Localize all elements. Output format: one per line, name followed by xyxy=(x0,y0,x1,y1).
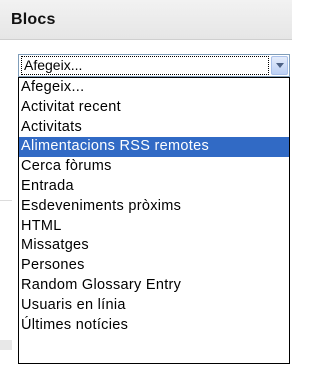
block-header: Blocs xyxy=(0,0,292,40)
option-activitat-recent[interactable]: Activitat recent xyxy=(19,98,289,118)
option-usuaris-en-linia[interactable]: Usuaris en línia xyxy=(19,296,289,316)
option-persones[interactable]: Persones xyxy=(19,256,289,276)
option-random-glossary-entry[interactable]: Random Glossary Entry xyxy=(19,276,289,296)
block-title: Blocs xyxy=(11,11,56,28)
option-missatges[interactable]: Missatges xyxy=(19,236,289,256)
option-ultimes-noticies[interactable]: Últimes notícies xyxy=(19,316,289,336)
option-entrada[interactable]: Entrada xyxy=(19,177,289,197)
blocks-panel: Blocs Afegeix... Afegeix... Activitat re… xyxy=(0,0,292,365)
add-block-select[interactable]: Afegeix... xyxy=(18,54,290,77)
divider xyxy=(0,200,12,201)
dropdown-list[interactable]: Afegeix... Activitat recent Activitats A… xyxy=(18,77,290,364)
select-current-value[interactable]: Afegeix... xyxy=(21,56,269,75)
option-afegeix[interactable]: Afegeix... xyxy=(19,78,289,98)
option-alimentacions-rss-remotes[interactable]: Alimentacions RSS remotes xyxy=(19,137,289,158)
option-cerca-forums[interactable]: Cerca fòrums xyxy=(19,157,289,177)
option-html[interactable]: HTML xyxy=(19,217,289,237)
divider xyxy=(0,340,12,350)
option-activitats[interactable]: Activitats xyxy=(19,118,289,138)
option-esdeveniments-proxims[interactable]: Esdeveniments pròxims xyxy=(19,197,289,217)
chevron-down-icon[interactable] xyxy=(271,56,288,75)
